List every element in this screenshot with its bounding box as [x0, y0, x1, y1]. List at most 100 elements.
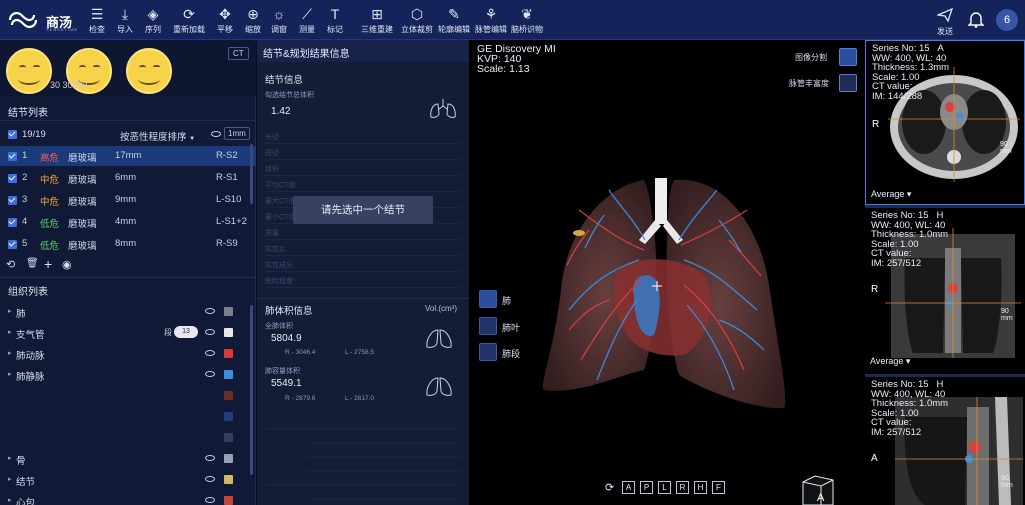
expand-arrow-icon[interactable]: ▸ — [8, 328, 12, 336]
axial-view[interactable]: Series No: 15 A WW: 400, WL: 40 Thicknes… — [865, 40, 1025, 205]
axial-average-dropdown[interactable]: Average ▾ — [871, 189, 911, 200]
nodule-row[interactable]: 3 中危 磨玻璃 9mm L-S10 — [0, 190, 256, 210]
delete-icon[interactable]: 🗑 — [26, 258, 39, 269]
orient-r-button[interactable]: R — [676, 481, 689, 494]
full-volume-left: L - 2758.5 — [345, 349, 375, 356]
total-volume-label: 勾选结节总体积 — [265, 92, 314, 99]
eye-icon[interactable] — [211, 131, 221, 137]
tissue-color-swatch[interactable] — [224, 475, 233, 484]
nodule-row[interactable]: 5 低危 磨玻璃 8mm R-S9 — [0, 234, 256, 254]
tissue-row[interactable] — [0, 428, 256, 448]
top-toolbar: 商汤 SENSETIME ☰ 检查 ⤓ 导入 ◈ 序列 ⟳ 重新加载 ✥ 平移 ⊕ 缩放 ☼ 调窗 ⟋ 测量 T… — [0, 0, 1025, 40]
tool-label: 标记 — [327, 25, 343, 34]
tissue-color-swatch[interactable] — [224, 496, 233, 505]
tissue-color-swatch[interactable] — [224, 391, 233, 400]
detail-row: 实性比 — [265, 242, 461, 256]
nodule-list-header: 19/19 按恶性程度排序 ▼ 1mm — [0, 126, 256, 144]
coronal-average-dropdown[interactable]: Average ▾ — [870, 356, 910, 367]
coronal-view[interactable]: Series No: 15 H WW: 400, WL: 40 Thicknes… — [865, 208, 1025, 374]
sagittal-view[interactable]: Series No: 15 H WW: 400, WL: 40 Thicknes… — [865, 377, 1025, 505]
rotate-icon[interactable]: ⟳ — [605, 481, 614, 494]
tissue-name: 肺动脉 — [16, 351, 45, 362]
orient-h-button[interactable]: H — [694, 481, 707, 494]
tool-layout-button[interactable]: ⊞ 三维重建 — [360, 4, 394, 38]
tissue-row[interactable] — [0, 386, 256, 406]
visibility-eye-icon[interactable] — [205, 350, 215, 356]
tissue-color-swatch[interactable] — [224, 328, 233, 337]
bell-icon[interactable] — [968, 10, 984, 28]
nodule-checkbox[interactable] — [8, 152, 17, 161]
tissue-color-swatch[interactable] — [224, 454, 233, 463]
sagittal-side-letter: A — [871, 453, 878, 464]
tissue-color-swatch[interactable] — [224, 307, 233, 316]
tissue-scrollbar[interactable] — [250, 305, 253, 475]
nodule-risk: 高危 — [40, 153, 60, 164]
tool-layers-button[interactable]: ◈ 序列 — [136, 4, 170, 38]
palette-icon[interactable]: ◉ — [62, 258, 72, 271]
expand-arrow-icon[interactable]: ▸ — [8, 496, 12, 504]
orient-p-button[interactable]: P — [640, 481, 653, 494]
visibility-eye-icon[interactable] — [205, 455, 215, 461]
expand-arrow-icon[interactable]: ▸ — [8, 307, 12, 315]
visibility-eye-icon[interactable] — [205, 308, 215, 314]
tissue-row[interactable]: ▸ 支气管 段 13 — [0, 323, 256, 343]
tissue-color-swatch[interactable] — [224, 370, 233, 379]
nodule-row[interactable]: 4 低危 磨玻璃 4mm L-S1+2 — [0, 212, 256, 232]
tissue-color-swatch[interactable] — [224, 433, 233, 442]
3d-viewport[interactable]: GE Discovery MI KVP: 140 Scale: 1.13 图像分… — [469, 40, 865, 505]
expand-arrow-icon[interactable]: ▸ — [8, 370, 12, 378]
visibility-eye-icon[interactable] — [205, 476, 215, 482]
expand-arrow-icon[interactable]: ▸ — [8, 349, 12, 357]
tissue-color-swatch[interactable] — [224, 349, 233, 358]
notification-count-badge[interactable]: 6 — [996, 9, 1018, 31]
tissue-name: 心包 — [16, 498, 36, 505]
nodule-checkbox[interactable] — [8, 240, 17, 249]
tool-cube-button[interactable]: ⬡ 立体裁剪 — [400, 4, 434, 38]
tool-refresh-button[interactable]: ⟳ 重新加载 — [172, 4, 206, 38]
nodule-scrollbar[interactable] — [250, 144, 253, 204]
add-icon[interactable]: + — [44, 256, 52, 272]
reset-icon[interactable]: ⟲ — [6, 258, 15, 271]
bronchus-level-label: 段 — [164, 328, 172, 337]
visibility-eye-icon[interactable] — [205, 497, 215, 503]
orient-l-button[interactable]: L — [658, 481, 671, 494]
size-filter[interactable]: 1mm — [224, 127, 250, 140]
nodule-checkbox[interactable] — [8, 196, 17, 205]
tissue-row[interactable]: ▸ 结节 — [0, 470, 256, 490]
view-lobe-button[interactable] — [479, 317, 497, 335]
view-segment-button[interactable] — [479, 343, 497, 361]
expand-arrow-icon[interactable]: ▸ — [8, 454, 12, 462]
tool-vessel-edit-button[interactable]: ⚘ 脉管编辑 — [474, 4, 508, 38]
volume-unit: Vol.(cm³) — [425, 304, 457, 313]
tissue-row[interactable]: ▸ 肺 — [0, 302, 256, 322]
tissue-row[interactable]: ▸ 骨 — [0, 449, 256, 469]
nodule-type: 磨玻璃 — [68, 197, 97, 208]
tissue-row[interactable] — [0, 407, 256, 427]
vessel-richness-toggle[interactable] — [839, 74, 857, 92]
send-button[interactable]: 发送 — [928, 4, 962, 38]
tissue-row[interactable]: ▸ 肺静脉 — [0, 365, 256, 385]
nodule-row[interactable]: 2 中危 磨玻璃 6mm R-S1 — [0, 168, 256, 188]
emph-volume-value: 5549.1 — [271, 378, 302, 389]
visibility-eye-icon[interactable] — [205, 371, 215, 377]
lung-outline-icon — [430, 99, 456, 118]
tissue-row[interactable]: ▸ 心包 — [0, 491, 256, 505]
mpr-panel: Series No: 15 A WW: 400, WL: 40 Thicknes… — [865, 40, 1025, 505]
view-lung-button[interactable] — [479, 290, 497, 308]
tool-text-button[interactable]: T 标记 — [318, 4, 352, 38]
tool-contour-button[interactable]: ✎ 轮廓编辑 — [437, 4, 471, 38]
expand-arrow-icon[interactable]: ▸ — [8, 475, 12, 483]
orient-f-button[interactable]: F — [712, 481, 725, 494]
sort-dropdown[interactable]: 按恶性程度排序 ▼ — [120, 129, 195, 143]
tissue-row[interactable]: ▸ 肺动脉 — [0, 344, 256, 364]
segmentation-toggle[interactable] — [839, 48, 857, 66]
select-all-checkbox[interactable] — [8, 130, 17, 139]
nodule-checkbox[interactable] — [8, 174, 17, 183]
tool-lung-button[interactable]: ❦ 脑桥识物 — [510, 4, 544, 38]
visibility-eye-icon[interactable] — [205, 329, 215, 335]
tissue-color-swatch[interactable] — [224, 412, 233, 421]
bronchus-level-badge[interactable]: 13 — [174, 326, 198, 338]
orient-a-button[interactable]: A — [622, 481, 635, 494]
nodule-checkbox[interactable] — [8, 218, 17, 227]
nodule-row[interactable]: 1 高危 磨玻璃 17mm R-S2 — [0, 146, 256, 166]
